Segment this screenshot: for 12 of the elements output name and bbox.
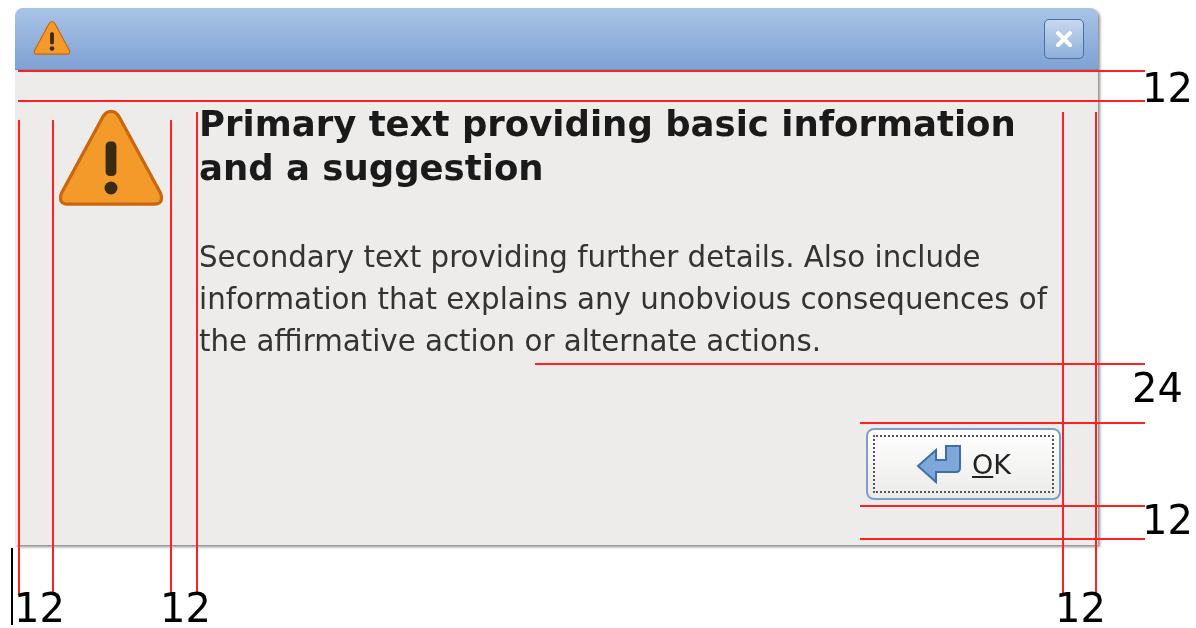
primary-text: Primary text providing basic information and a suggestion xyxy=(199,102,1017,190)
spacing-label: 12 xyxy=(14,588,65,628)
spacing-label: 12 xyxy=(1142,68,1193,108)
close-icon xyxy=(1054,28,1074,49)
close-button[interactable] xyxy=(1044,18,1084,59)
ok-button[interactable]: OK xyxy=(866,428,1061,500)
spacing-label: 12 xyxy=(1055,588,1106,628)
secondary-text: Secondary text providing further details. Also include information that explains any unobvious consequences of the affirmative action or alternate actions. xyxy=(199,239,1049,360)
spacing-label: 12 xyxy=(1142,500,1193,540)
spacing-label: 24 xyxy=(1132,368,1183,408)
warning-icon xyxy=(33,20,71,57)
spacing-label: 12 xyxy=(160,588,211,628)
